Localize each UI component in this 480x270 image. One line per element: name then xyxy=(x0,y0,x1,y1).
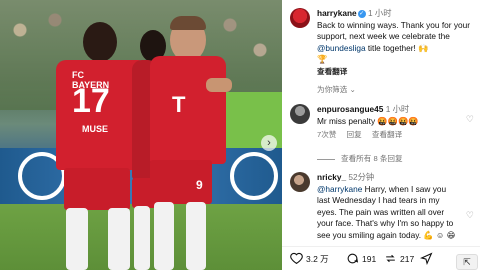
post-action-bar: 3.2 万 191 217 xyxy=(282,246,480,270)
comment-username[interactable]: nricky_ xyxy=(317,172,346,182)
avatar[interactable] xyxy=(290,172,310,192)
like-count: 3.2 万 xyxy=(306,253,329,264)
comment-item: nricky_ 52分钟 @harrykane Harry, when I sa… xyxy=(290,172,474,244)
chevron-down-icon: ⌄ xyxy=(349,85,356,94)
comment-time: 52分钟 xyxy=(348,172,375,182)
send-icon xyxy=(420,252,433,265)
scroll-top-button[interactable]: ⇱ xyxy=(456,254,478,270)
caption-time: 1 小时 xyxy=(367,8,392,18)
filter-label[interactable]: 为你筛选 ⌄ xyxy=(317,84,356,95)
mention-link[interactable]: @bundesliga xyxy=(317,43,366,53)
caption-text: Back to winning ways. Thank you for your… xyxy=(317,19,470,42)
trophy-emoji: 🏆 xyxy=(317,54,328,64)
comment-button[interactable]: 191 xyxy=(346,252,376,265)
caption: harrykane ✓ 1 小时 Back to winning ways. Th… xyxy=(290,8,474,88)
comment-username[interactable]: enpurosangue45 xyxy=(317,104,383,114)
arrow-up-icon: ⇱ xyxy=(463,257,471,267)
shorts-number: 9 xyxy=(196,178,203,192)
view-replies-link[interactable]: 查看所有 8 条回复 xyxy=(317,153,403,164)
comments-panel: harrykane ✓ 1 小时 Back to winning ways. Th… xyxy=(282,0,480,270)
like-button[interactable]: 3.2 万 xyxy=(290,252,329,265)
send-button[interactable] xyxy=(420,252,436,265)
avatar[interactable] xyxy=(290,8,310,28)
post-photo: FC BAYERN 17 MUSE T 9 › xyxy=(0,0,282,270)
shirt-surname: MUSE xyxy=(82,124,109,134)
heart-icon xyxy=(290,252,303,265)
caption-text-end: title together! 🙌 xyxy=(365,42,429,53)
reply-button[interactable]: 回复 xyxy=(347,130,362,139)
caption-username[interactable]: harrykane xyxy=(317,8,357,18)
comment-time: 1 小时 xyxy=(385,104,410,114)
vw-logo xyxy=(230,152,278,200)
repost-icon xyxy=(386,254,395,263)
repost-button[interactable]: 217 xyxy=(384,252,414,265)
shirt-number: 17 xyxy=(72,82,110,120)
translate-link[interactable]: 查看翻译 xyxy=(372,130,402,139)
comment-icon xyxy=(347,253,359,264)
comment-item: enpurosangue45 1 小时 Mr miss penalty 🤬🤬🤬🤬… xyxy=(290,104,474,156)
next-image-button[interactable]: › xyxy=(261,135,277,151)
comment-likes[interactable]: 7次赞 xyxy=(317,130,336,139)
mention-link[interactable]: @harrykane xyxy=(317,184,362,194)
translate-link[interactable]: 查看翻译 xyxy=(317,67,347,76)
verified-badge-icon: ✓ xyxy=(357,9,366,18)
like-comment-heart-icon[interactable]: ♡ xyxy=(466,210,474,221)
comment-count: 191 xyxy=(362,253,377,264)
share-count: 217 xyxy=(400,253,415,264)
chevron-right-icon: › xyxy=(267,137,271,149)
like-comment-heart-icon[interactable]: ♡ xyxy=(466,114,474,125)
avatar[interactable] xyxy=(290,104,310,124)
comment-text: Mr miss penalty 🤬🤬🤬🤬 xyxy=(317,115,419,126)
